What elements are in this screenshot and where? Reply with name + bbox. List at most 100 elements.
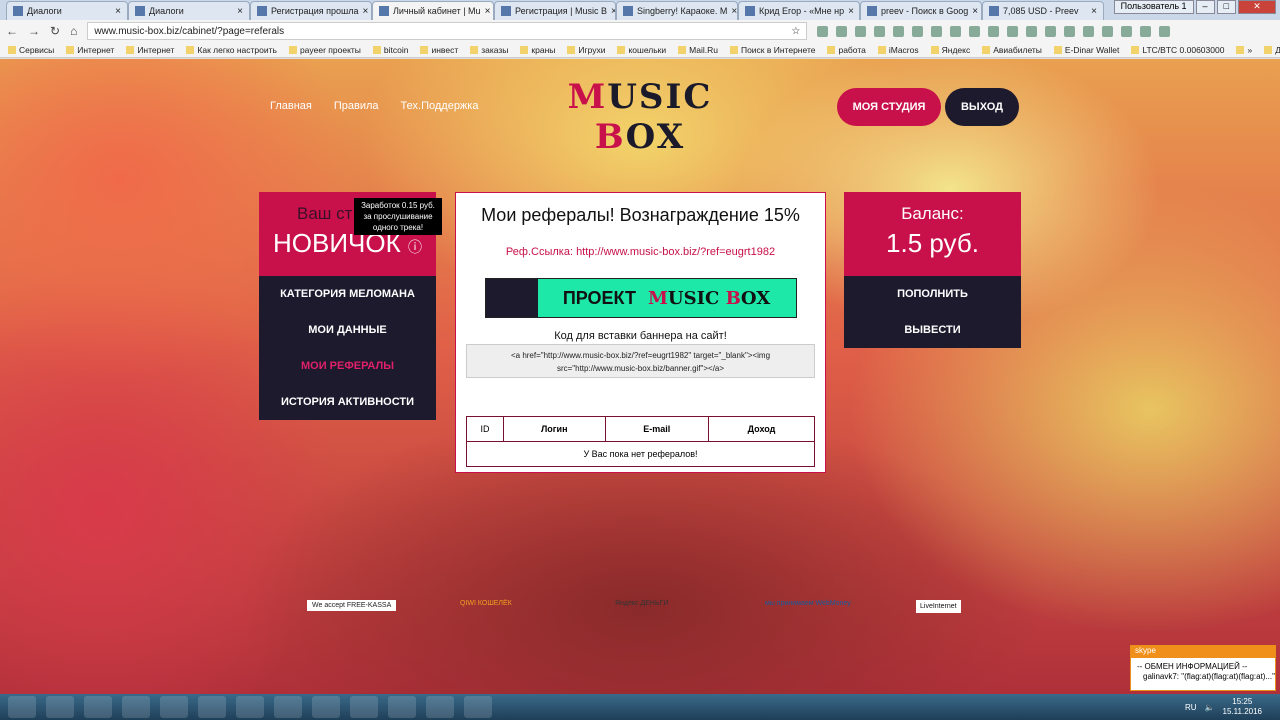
bookmark[interactable]: заказы — [470, 45, 508, 55]
app-icon[interactable] — [388, 696, 416, 718]
menu-my-referrals[interactable]: МОИ РЕФЕРАЛЫ — [259, 348, 436, 384]
app-icon[interactable] — [198, 696, 226, 718]
liveinternet-counter[interactable]: LiveInternet — [916, 600, 961, 613]
bookmark[interactable]: кошельки — [617, 45, 666, 55]
bookmark[interactable]: iMacros — [878, 45, 919, 55]
top-menu: Главная Правила Тех.Поддержка — [270, 100, 478, 112]
favicon-icon — [867, 6, 877, 16]
bookmark[interactable]: Игрухи — [567, 45, 605, 55]
bookmarks-bar: Сервисы Интернет Интернет Как легко настрои… — [0, 42, 1280, 58]
favicon-icon — [623, 6, 633, 16]
home-icon[interactable]: ⌂ — [70, 24, 77, 38]
status-panel: Ваш ст НОВИЧОК ⓘ Заработок 0.15 руб. за … — [259, 192, 442, 420]
bookmark[interactable]: инвест — [420, 45, 458, 55]
menu-rules[interactable]: Правила — [334, 100, 379, 112]
close-tab-icon[interactable]: × — [237, 6, 243, 17]
menu-home[interactable]: Главная — [270, 100, 312, 112]
tab[interactable]: Крид Егор - «Мне нр × — [738, 1, 860, 20]
volume-icon[interactable]: 🔈 — [1205, 703, 1215, 712]
close-tab-icon[interactable]: × — [362, 6, 368, 17]
minimize-button[interactable]: – — [1195, 0, 1215, 14]
skype-notification[interactable]: skype -- ОБМЕН ИНФОРМАЦИЕЙ -- galinavk7:… — [1130, 645, 1276, 691]
ref-link-row: Реф.Ссылка: http://www.music-box.biz/?re… — [505, 246, 776, 258]
start-button[interactable] — [8, 696, 36, 718]
tab[interactable]: preev - Поиск в Goog × — [860, 1, 982, 20]
close-tab-icon[interactable]: × — [731, 6, 737, 17]
exit-button[interactable]: ВЫХОД — [945, 88, 1019, 126]
tab[interactable]: Регистрация | Music B× — [494, 1, 616, 20]
tab[interactable]: Singberry! Караоке. M × — [616, 1, 738, 20]
back-icon[interactable]: ← — [6, 24, 18, 38]
yandex-money-logo[interactable]: Яндекс ДЕНЬГИ — [615, 600, 668, 607]
bookmark[interactable]: Поиск в Интернете — [730, 45, 816, 55]
ref-link[interactable]: http://www.music-box.biz/?ref=eugrt1982 — [576, 246, 775, 258]
favicon-icon — [257, 6, 267, 16]
bookmark[interactable]: E-Dinar Wallet — [1054, 45, 1119, 55]
menu-support[interactable]: Тех.Поддержка — [401, 100, 479, 112]
info-icon[interactable]: ⓘ — [408, 239, 422, 255]
utorrent-icon[interactable] — [274, 696, 302, 718]
bookmark[interactable]: Mail.Ru — [678, 45, 718, 55]
favicon-icon — [13, 6, 23, 16]
tab[interactable]: 7,085 USD - Preev × — [982, 1, 1104, 20]
qiwi-logo[interactable]: QIWI КОШЕЛЁК — [460, 600, 512, 607]
menu-category[interactable]: КАТЕГОРИЯ МЕЛОМАНА — [259, 276, 436, 312]
bookmark[interactable]: Другие закладки — [1264, 45, 1280, 55]
ie-icon[interactable] — [46, 696, 74, 718]
app-icon[interactable] — [350, 696, 378, 718]
menu-activity-history[interactable]: ИСТОРИЯ АКТИВНОСТИ — [259, 384, 436, 420]
tooltip: Заработок 0.15 руб. за прослушивание одн… — [354, 198, 442, 235]
tab[interactable]: Регистрация прошла × — [250, 1, 372, 20]
withdraw-button[interactable]: ВЫВЕСТИ — [844, 312, 1021, 348]
my-studio-button[interactable]: МОЯ СТУДИЯ — [837, 88, 941, 126]
bookmark[interactable]: Как легко настроить — [186, 45, 277, 55]
bookmark[interactable]: Интернет — [126, 45, 174, 55]
banner-code[interactable]: <a href="http://www.music-box.biz/?ref=e… — [466, 344, 815, 378]
deposit-button[interactable]: ПОПОЛНИТЬ — [844, 276, 1021, 312]
close-tab-icon[interactable]: × — [1091, 6, 1097, 17]
page-title: Мои рефералы! Вознаграждение 15% — [481, 205, 800, 225]
tab[interactable]: Диалоги × — [128, 1, 250, 20]
bookmark[interactable]: краны — [520, 45, 555, 55]
close-tab-icon[interactable]: × — [972, 6, 978, 17]
page: Главная Правила Тех.Поддержка MUSIC BOX М… — [0, 59, 1280, 694]
browser-tabs: Диалоги × Диалоги × Регистрация прошла × Личны… — [0, 0, 1280, 20]
bookmark[interactable]: bitcoin — [373, 45, 409, 55]
close-button[interactable]: ✕ — [1238, 0, 1276, 14]
app-icon[interactable] — [236, 696, 264, 718]
bookmark[interactable]: » — [1236, 45, 1252, 55]
menu-my-data[interactable]: МОИ ДАННЫЕ — [259, 312, 436, 348]
reload-icon[interactable]: ↻ — [50, 24, 60, 38]
bookmark[interactable]: Интернет — [66, 45, 114, 55]
address-bar-row: ← → ↻ ⌂ www.music-box.biz/cabinet/?page=… — [0, 20, 1280, 42]
url-input[interactable]: www.music-box.biz/cabinet/?page=referals… — [87, 22, 808, 40]
user-badge[interactable]: Пользователь 1 — [1113, 0, 1194, 14]
tab[interactable]: Диалоги × — [6, 1, 128, 20]
webmoney-logo[interactable]: мы принимаем WebMoney — [765, 600, 851, 607]
skype-icon[interactable] — [312, 696, 340, 718]
chrome-icon[interactable] — [160, 696, 188, 718]
app-icon[interactable] — [426, 696, 454, 718]
window-controls: Пользователь 1 – □ ✕ — [1113, 0, 1276, 14]
clock[interactable]: 15:25 15.11.2016 — [1223, 697, 1262, 717]
freekassa-logo[interactable]: We accept FREE-KASSA — [307, 600, 397, 611]
tab[interactable]: Личный кабинет | Mu × — [372, 1, 494, 20]
close-tab-icon[interactable]: × — [115, 6, 121, 17]
bookmark[interactable]: Сервисы — [8, 45, 54, 55]
favicon-icon — [379, 6, 389, 16]
logo[interactable]: MUSIC BOX — [560, 77, 720, 157]
bookmark[interactable]: LTC/BTC 0.00603000 — [1131, 45, 1224, 55]
app-icon[interactable] — [464, 696, 492, 718]
explorer-icon[interactable] — [84, 696, 112, 718]
star-icon[interactable]: ☆ — [791, 26, 800, 37]
balance-value: 1.5 руб. — [886, 228, 979, 258]
bookmark[interactable]: Яндекс — [931, 45, 971, 55]
forward-icon[interactable]: → — [28, 24, 40, 38]
maximize-button[interactable]: □ — [1216, 0, 1236, 14]
bookmark[interactable]: Авиабилеты — [982, 45, 1042, 55]
close-tab-icon[interactable]: × — [485, 6, 491, 17]
bookmark[interactable]: работа — [827, 45, 865, 55]
bookmark[interactable]: payeer проекты — [289, 45, 361, 55]
media-icon[interactable] — [122, 696, 150, 718]
close-tab-icon[interactable]: × — [848, 6, 854, 17]
